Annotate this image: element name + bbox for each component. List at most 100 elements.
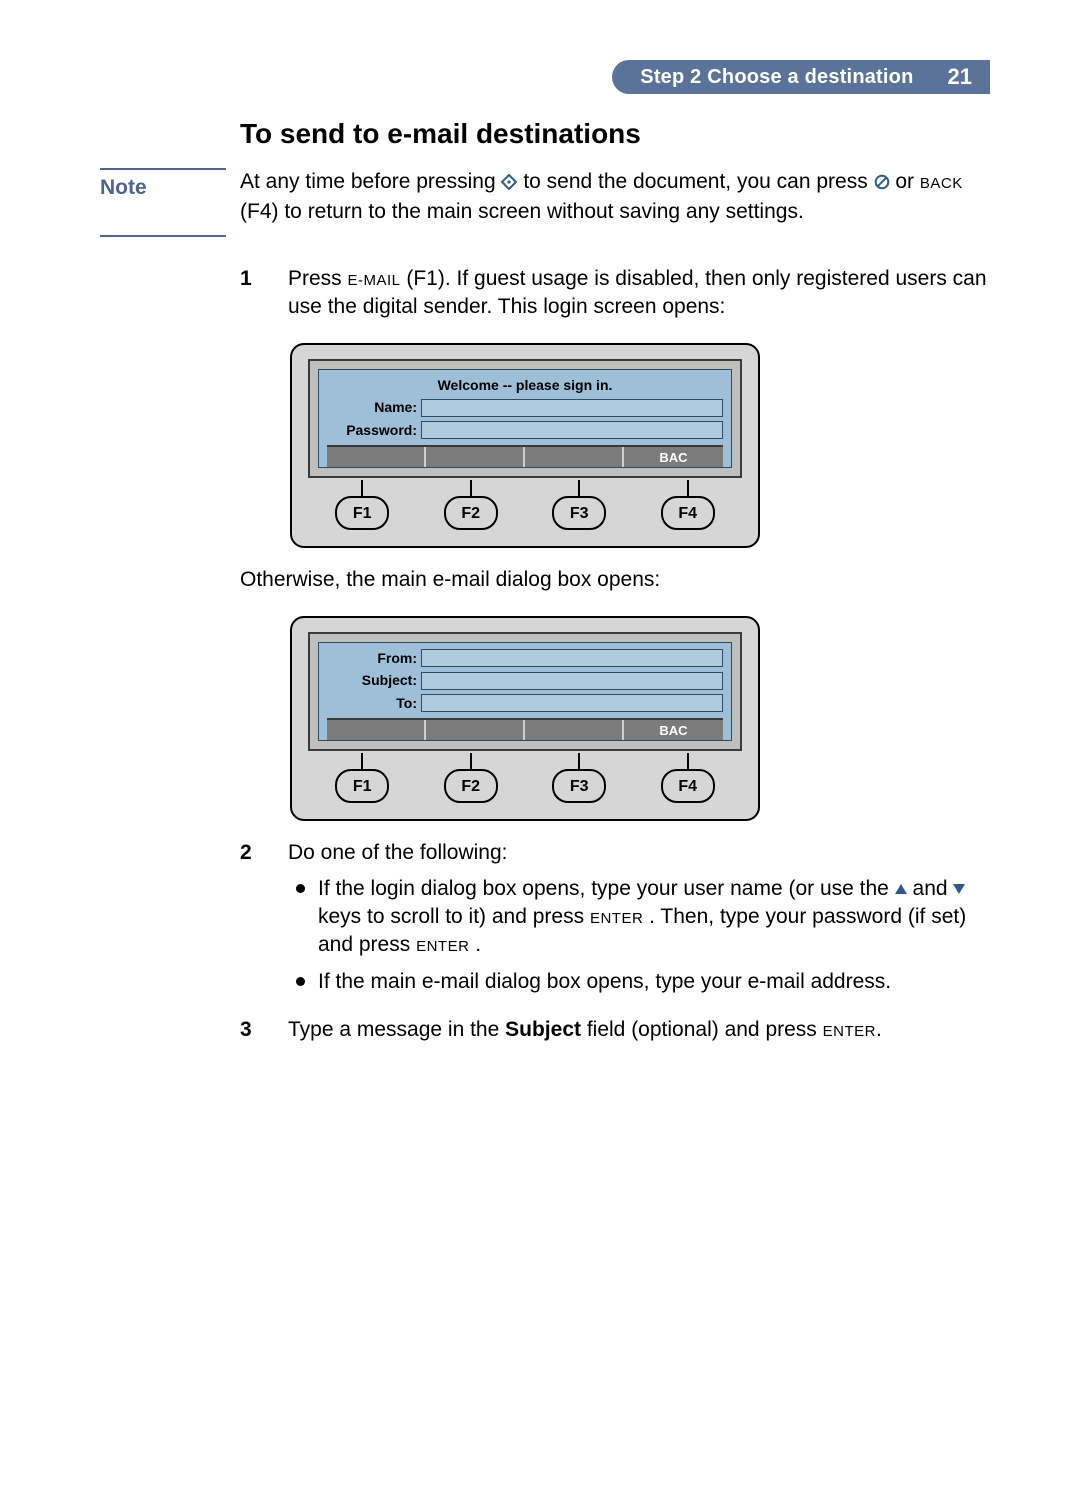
subject-field[interactable] (421, 672, 723, 690)
softkey-back: BAC (624, 720, 723, 740)
enter-smallcaps: Enter (590, 905, 643, 928)
bullet-list: If the login dialog box opens, type your… (288, 875, 990, 996)
section-title: To send to e-mail destinations (240, 118, 990, 150)
note-text: At any time before pressing (240, 170, 501, 193)
fkey-row: F1 F2 F3 F4 (308, 769, 742, 803)
password-label: Password: (327, 421, 417, 439)
fkey-label: F4 (678, 776, 697, 797)
note-body: At any time before pressing to send the … (240, 168, 990, 225)
email-device-panel: From: Subject: To: (290, 616, 760, 821)
f4-key[interactable]: F4 (661, 769, 715, 803)
step-3: 3 Type a message in the Subject field (o… (240, 1016, 990, 1044)
device-wrap: Welcome -- please sign in. Name: Passwor… (240, 343, 990, 548)
bullet-1: If the login dialog box opens, type your… (318, 875, 990, 958)
subject-label: Subject: (327, 671, 417, 689)
send-diamond-icon (501, 170, 517, 198)
device-wrap: From: Subject: To: (240, 616, 990, 821)
note-text: (F4) (240, 200, 279, 223)
page-number: 21 (948, 64, 972, 90)
softkey-slot (426, 720, 525, 740)
softkey-bar: BAC (327, 718, 723, 740)
fkey-label: F4 (678, 503, 697, 524)
password-field[interactable] (421, 421, 723, 439)
up-arrow-icon (895, 884, 907, 894)
softkey-bar: BAC (327, 445, 723, 467)
text: . (876, 1018, 882, 1041)
step-number: 2 (240, 839, 280, 1006)
fkey-label: F1 (353, 503, 372, 524)
note-label-wrap: Note (100, 168, 240, 200)
softkey-slot (327, 447, 426, 467)
f1-key[interactable]: F1 (335, 496, 389, 530)
note-rule-bottom-row (100, 235, 990, 243)
after-login-text: Otherwise, the main e-mail dialog box op… (240, 566, 990, 594)
softkey-slot (327, 720, 426, 740)
note-rule-bottom (100, 235, 226, 237)
text: . (475, 933, 481, 956)
f3-key[interactable]: F3 (552, 769, 606, 803)
note-text: to send the document, you can press (523, 170, 873, 193)
fkey-label: F3 (570, 776, 589, 797)
screen-bezel: From: Subject: To: (308, 632, 742, 751)
f4-key[interactable]: F4 (661, 496, 715, 530)
numbered-steps: 1 Press E-Mail (F1). If guest usage is d… (240, 265, 990, 320)
text: Press (288, 267, 348, 290)
step-1: 1 Press E-Mail (F1). If guest usage is d… (240, 265, 990, 320)
step-2: 2 Do one of the following: If the login … (240, 839, 990, 1006)
step-text: Press E-Mail (F1). If guest usage is dis… (288, 265, 990, 320)
softkey-slot (426, 447, 525, 467)
enter-smallcaps: Enter (823, 1018, 876, 1041)
fkey-label: F2 (461, 503, 480, 524)
fkey-label: F3 (570, 503, 589, 524)
step-number: 3 (240, 1016, 280, 1044)
name-row: Name: (327, 398, 723, 416)
note-rule-top (100, 168, 226, 170)
page-header: Step 2 Choose a destination 21 (100, 60, 990, 94)
document-page: Step 2 Choose a destination 21 To send t… (0, 0, 1080, 1495)
step-number: 1 (240, 265, 280, 320)
f3-key[interactable]: F3 (552, 496, 606, 530)
login-screen: Welcome -- please sign in. Name: Passwor… (318, 369, 732, 468)
text: and (913, 877, 954, 900)
name-field[interactable] (421, 399, 723, 417)
password-row: Password: (327, 421, 723, 439)
email-smallcaps: E-Mail (348, 267, 401, 290)
note-text: or (895, 170, 920, 193)
header-step-label: Step 2 Choose a destination (640, 66, 913, 89)
fkey-label: F1 (353, 776, 372, 797)
login-device-panel: Welcome -- please sign in. Name: Passwor… (290, 343, 760, 548)
enter-smallcaps: Enter (416, 933, 469, 956)
to-label: To: (327, 694, 417, 712)
text: If the main e-mail dialog box opens, typ… (318, 970, 891, 993)
page-content: To send to e-mail destinations Note At a… (100, 118, 990, 1054)
softkey-slot (525, 720, 624, 740)
text: Do one of the following: (288, 841, 507, 864)
down-arrow-icon (953, 884, 965, 894)
back-smallcaps: Back (920, 170, 963, 193)
to-row: To: (327, 694, 723, 712)
to-field[interactable] (421, 694, 723, 712)
step-text: Type a message in the Subject field (opt… (288, 1016, 990, 1044)
note-text: to return to the main screen without sav… (284, 200, 803, 223)
note-block: Note At any time before pressing to send… (100, 168, 990, 225)
text: If the login dialog box opens, type your… (318, 877, 895, 900)
f2-key[interactable]: F2 (444, 769, 498, 803)
step-text: Do one of the following: If the login di… (288, 839, 990, 1006)
email-screen: From: Subject: To: (318, 642, 732, 741)
from-field[interactable] (421, 649, 723, 667)
text: keys to scroll to it) and press (318, 905, 590, 928)
text: (F1) (401, 267, 445, 290)
name-label: Name: (327, 398, 417, 416)
subject-row: Subject: (327, 671, 723, 689)
f2-key[interactable]: F2 (444, 496, 498, 530)
text: field (optional) and press (581, 1018, 823, 1041)
fkey-row: F1 F2 F3 F4 (308, 496, 742, 530)
from-row: From: (327, 649, 723, 667)
note-label: Note (100, 176, 147, 199)
numbered-steps-cont: 2 Do one of the following: If the login … (240, 839, 990, 1043)
header-pill: Step 2 Choose a destination 21 (612, 60, 990, 94)
screen-bezel: Welcome -- please sign in. Name: Passwor… (308, 359, 742, 478)
f1-key[interactable]: F1 (335, 769, 389, 803)
softkey-back: BAC (624, 447, 723, 467)
cancel-slash-icon (874, 170, 890, 198)
